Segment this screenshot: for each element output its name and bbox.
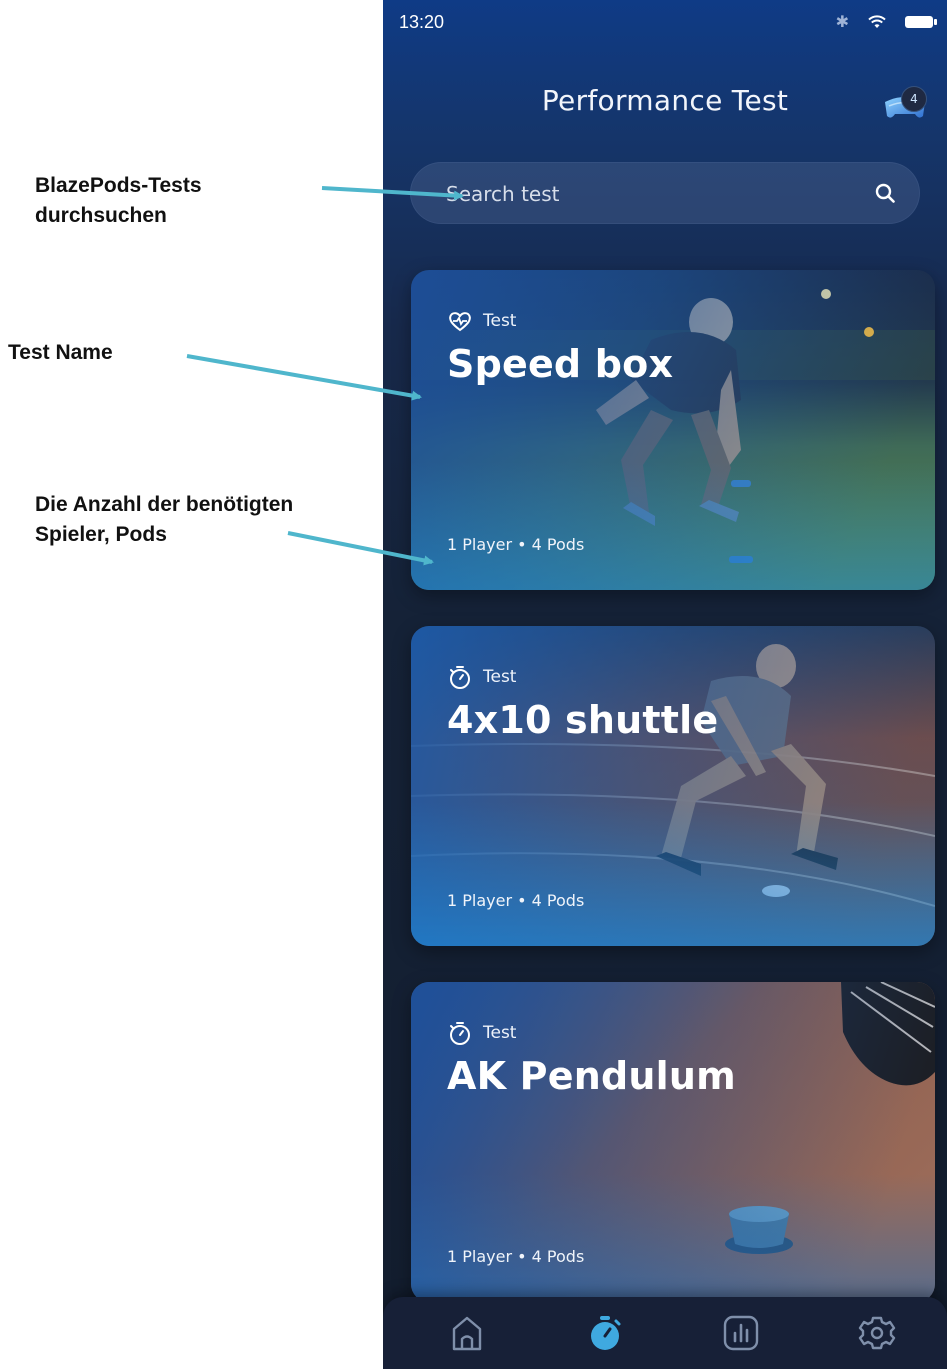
wifi-icon — [868, 15, 886, 28]
bluetooth-icon: ✱ — [835, 12, 849, 31]
card-title: 4x10 shuttle — [447, 698, 719, 742]
card-tag: Test — [447, 308, 516, 334]
home-icon — [452, 1316, 482, 1351]
card-meta: 1 Player • 4 Pods — [447, 1247, 585, 1266]
phone-screen: 13:20 ✱ Performance Test 4 Search test T… — [383, 0, 947, 1369]
stopwatch-icon — [450, 666, 470, 689]
battery-icon — [905, 16, 937, 28]
test-card-4x10-shuttle[interactable]: Test 4x10 shuttle 1 Player • 4 Pods — [411, 626, 935, 946]
gear-icon — [858, 1316, 896, 1350]
search-icon[interactable] — [874, 182, 896, 204]
card-tag: Test — [447, 1020, 516, 1046]
card-tag-label: Test — [483, 311, 517, 331]
annotation-test-name: Test Name — [8, 341, 113, 364]
heart-pulse-icon — [449, 312, 471, 332]
status-time: 13:20 — [399, 12, 445, 32]
card-title: Speed box — [447, 342, 674, 386]
card-tag: Test — [447, 664, 516, 690]
card-title: AK Pendulum — [447, 1054, 736, 1098]
nav-home[interactable] — [445, 1311, 489, 1355]
pods-button[interactable]: 4 — [879, 84, 931, 130]
search-input[interactable] — [444, 162, 848, 226]
bottom-nav — [383, 1297, 947, 1369]
test-card-speed-box[interactable]: Test Speed box 1 Player • 4 Pods — [411, 270, 935, 590]
page-title: Performance Test — [541, 84, 789, 117]
card-tag-label: Test — [483, 1023, 517, 1043]
status-icons: ✱ — [835, 12, 937, 31]
nav-stats[interactable] — [719, 1311, 763, 1355]
card-meta: 1 Player • 4 Pods — [447, 535, 585, 554]
bar-chart-icon — [723, 1315, 759, 1351]
pods-count-badge: 4 — [901, 86, 927, 112]
card-meta: 1 Player • 4 Pods — [447, 891, 585, 910]
card-tag-label: Test — [483, 667, 517, 687]
stopwatch-icon — [591, 1316, 621, 1350]
nav-tests[interactable] — [583, 1311, 627, 1355]
annotation-players-pods: Die Anzahl der benötigten Spieler, Pods — [35, 493, 294, 546]
annotation-search: BlazePods-Tests durchsuchen — [35, 174, 202, 227]
test-card-ak-pendulum[interactable]: Test AK Pendulum 1 Player • 4 Pods — [411, 982, 935, 1302]
stopwatch-icon — [450, 1022, 470, 1045]
search-bar[interactable] — [410, 162, 920, 226]
nav-settings[interactable] — [855, 1311, 899, 1355]
